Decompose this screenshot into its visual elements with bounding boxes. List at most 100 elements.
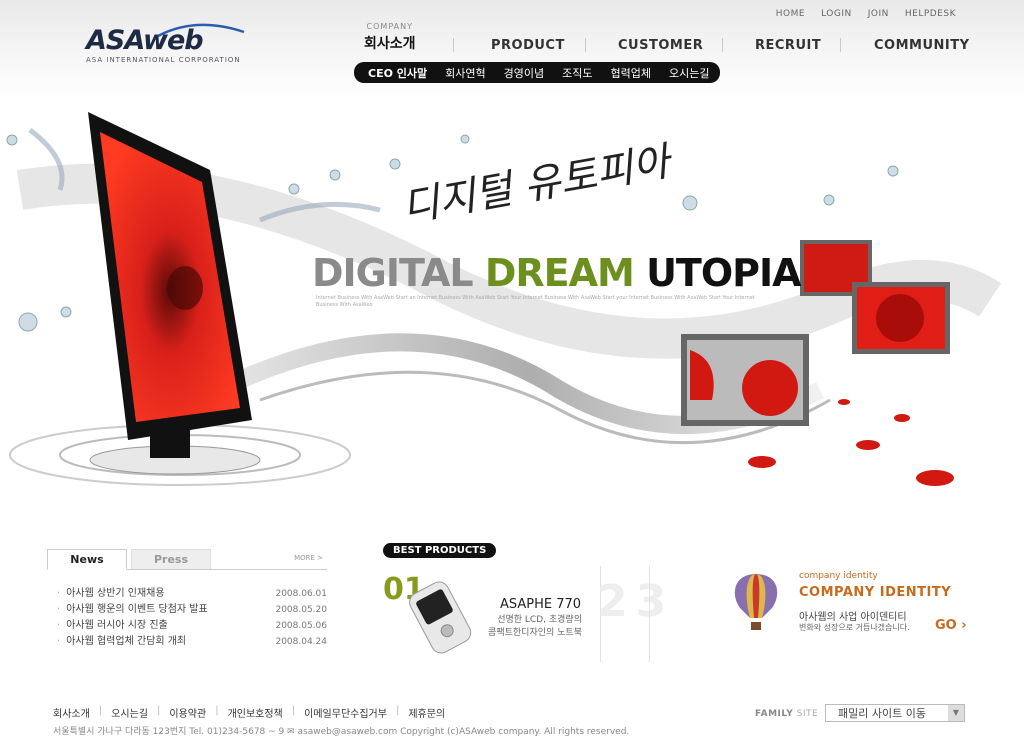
ci-desc-line2: 변화와 성장으로 거듭나겠습니다. xyxy=(799,623,910,632)
monitor-rose-shape xyxy=(167,266,203,310)
news-item-title: 아사웹 상반기 인재채용 xyxy=(57,586,164,602)
subnav-history[interactable]: 회사연혁 xyxy=(436,65,494,81)
footer-address: 서울특별시 가나구 다라동 123번지 Tel. 01)234-5678 ~ 9… xyxy=(53,727,630,737)
best-products-tag: BEST PRODUCTS xyxy=(383,543,497,558)
nav-recruit[interactable]: RECRUIT xyxy=(755,38,821,53)
footer-separator: | xyxy=(98,705,103,716)
util-login-link[interactable]: LOGIN xyxy=(821,9,852,19)
go-label: GO xyxy=(935,618,957,633)
family-label-2: SITE xyxy=(793,709,819,719)
nav-separator xyxy=(453,38,454,52)
hero-title-utopia: UTOPIA xyxy=(646,251,801,295)
util-helpdesk-link[interactable]: HELPDESK xyxy=(905,9,956,19)
footer-link-email-policy[interactable]: 이메일무단수집거부 xyxy=(304,705,387,720)
footer-separator: | xyxy=(291,705,296,716)
water-drop-shape xyxy=(18,312,38,332)
product-name[interactable]: ASAPHE 770 xyxy=(500,597,581,612)
util-home-link[interactable]: HOME xyxy=(776,9,805,19)
sub-nav: CEO 인사말 회사연혁 경영이념 조직도 협력업체 오시는길 xyxy=(354,62,720,83)
footer-link-terms[interactable]: 이용약관 xyxy=(169,705,206,720)
product-divider xyxy=(649,566,650,662)
chevron-right-icon: › xyxy=(956,618,967,633)
nav-company-ko: 회사소개 xyxy=(364,36,416,52)
nav-separator xyxy=(722,38,723,52)
subnav-philosophy[interactable]: 경영이념 xyxy=(495,65,553,81)
nav-company-en: COMPANY xyxy=(366,22,413,31)
footer-separator: | xyxy=(395,705,400,716)
news-item-date: 2008.05.06 xyxy=(275,621,327,631)
footer-separator: | xyxy=(157,705,161,716)
hero-title-dream: DREAM xyxy=(484,251,635,295)
family-site-label: FAMILY SITE xyxy=(755,709,818,719)
nav-community[interactable]: COMMUNITY xyxy=(874,38,970,53)
family-site-value: 패밀리 사이트 이동 xyxy=(838,707,926,720)
nav-customer[interactable]: CUSTOMER xyxy=(618,38,703,53)
hero-banner: 디지털 유토피아 DIGITAL DREAM UTOPIA Internet B… xyxy=(0,100,1024,520)
nav-separator xyxy=(840,38,841,52)
water-drop-shape xyxy=(389,158,401,170)
hero-title: DIGITAL DREAM UTOPIA xyxy=(312,251,802,295)
list-item[interactable]: 아사웹 상반기 인재채용 2008.06.01 xyxy=(57,586,327,602)
news-item-date: 2008.04.24 xyxy=(275,637,327,647)
subnav-location[interactable]: 오시는길 xyxy=(660,65,718,81)
subnav-organization[interactable]: 조직도 xyxy=(553,65,601,81)
water-drop-shape xyxy=(823,194,835,206)
footer-links: 회사소개 | 오시는길 | 이용약관 | 개인보호정책 | 이메일무단수집거부 | 제휴문… xyxy=(53,705,445,720)
product-desc-line1: 선명한 LCD, 초경량의 xyxy=(497,615,582,625)
hero-title-digital: DIGITAL xyxy=(312,251,474,295)
news-item-date: 2008.06.01 xyxy=(275,589,327,599)
footer-separator: | xyxy=(215,705,219,716)
family-site-select[interactable]: 패밀리 사이트 이동 ▼ xyxy=(825,704,965,722)
water-drop-shape xyxy=(460,134,470,144)
water-drop-shape xyxy=(682,195,698,211)
ci-title[interactable]: COMPANY IDENTITY xyxy=(799,585,951,600)
footer-link-privacy[interactable]: 개인보호정책 xyxy=(228,705,283,720)
best-tag-rest: PRODUCTS xyxy=(421,545,487,556)
chevron-down-icon: ▼ xyxy=(948,705,964,721)
rose-image-shape xyxy=(742,360,798,416)
tab-news[interactable]: News xyxy=(47,549,127,570)
rose-petal-shape xyxy=(916,470,954,486)
subnav-ceo[interactable]: CEO 인사말 xyxy=(354,65,436,81)
rose-image-shape xyxy=(876,294,924,342)
best-tag-bold: BEST xyxy=(393,545,422,556)
nav-separator xyxy=(585,38,586,52)
list-item[interactable]: 아사웹 협력업체 간담회 개최 2008.04.24 xyxy=(57,634,327,650)
footer-link-partnership[interactable]: 제휴문의 xyxy=(408,705,445,720)
go-button[interactable]: GO › xyxy=(935,618,967,633)
family-label-1: FAMILY xyxy=(755,709,794,719)
news-item-date: 2008.05.20 xyxy=(275,605,327,615)
product-description: 선명한 LCD, 초경량의 콤팩트한디자인의 노트북 xyxy=(488,614,582,640)
news-item-title: 아사웹 러시아 시장 진출 xyxy=(57,618,168,634)
phone-product-icon[interactable] xyxy=(403,580,479,654)
news-more-link[interactable]: MORE > xyxy=(294,554,323,562)
list-item[interactable]: 아사웹 행운의 이벤트 당첨자 발표 2008.05.20 xyxy=(57,602,327,618)
footer-link-about[interactable]: 회사소개 xyxy=(53,705,90,720)
product-page-numbers[interactable]: 23 xyxy=(597,576,674,627)
water-drop-shape xyxy=(329,169,341,181)
footer-link-location[interactable]: 오시는길 xyxy=(111,705,148,720)
list-item[interactable]: 아사웹 러시아 시장 진출 2008.05.06 xyxy=(57,618,327,634)
ci-small-label: company identity xyxy=(799,571,878,581)
news-tabs: News Press MORE > xyxy=(47,549,327,570)
water-drop-shape xyxy=(60,306,72,318)
subnav-partners[interactable]: 협력업체 xyxy=(601,65,659,81)
rose-petal-shape xyxy=(748,456,776,468)
news-item-title: 아사웹 협력업체 간담회 개최 xyxy=(57,634,186,650)
tab-press[interactable]: Press xyxy=(131,549,211,569)
water-drop-shape xyxy=(6,134,18,146)
water-drop-shape xyxy=(288,183,300,195)
rose-petal-shape xyxy=(856,440,880,450)
nav-company[interactable]: COMPANY 회사소개 xyxy=(364,22,416,53)
logo[interactable]: ASAweb ASA INTERNATIONAL CORPORATION xyxy=(86,23,245,64)
ci-desc-line1: 아사웹의 사업 아이덴티티 xyxy=(799,612,907,623)
logo-swoosh-icon xyxy=(157,23,245,38)
news-item-title: 아사웹 행운의 이벤트 당첨자 발표 xyxy=(57,602,208,618)
util-join-link[interactable]: JOIN xyxy=(868,9,889,19)
nav-product[interactable]: PRODUCT xyxy=(491,38,565,53)
logo-subtitle: ASA INTERNATIONAL CORPORATION xyxy=(86,56,241,64)
water-drop-shape xyxy=(887,165,899,177)
rose-petal-shape xyxy=(838,399,850,405)
hero-fine-print: Internet Business With AsaWeb Start an I… xyxy=(316,295,755,308)
hot-air-balloon-icon xyxy=(734,574,778,630)
